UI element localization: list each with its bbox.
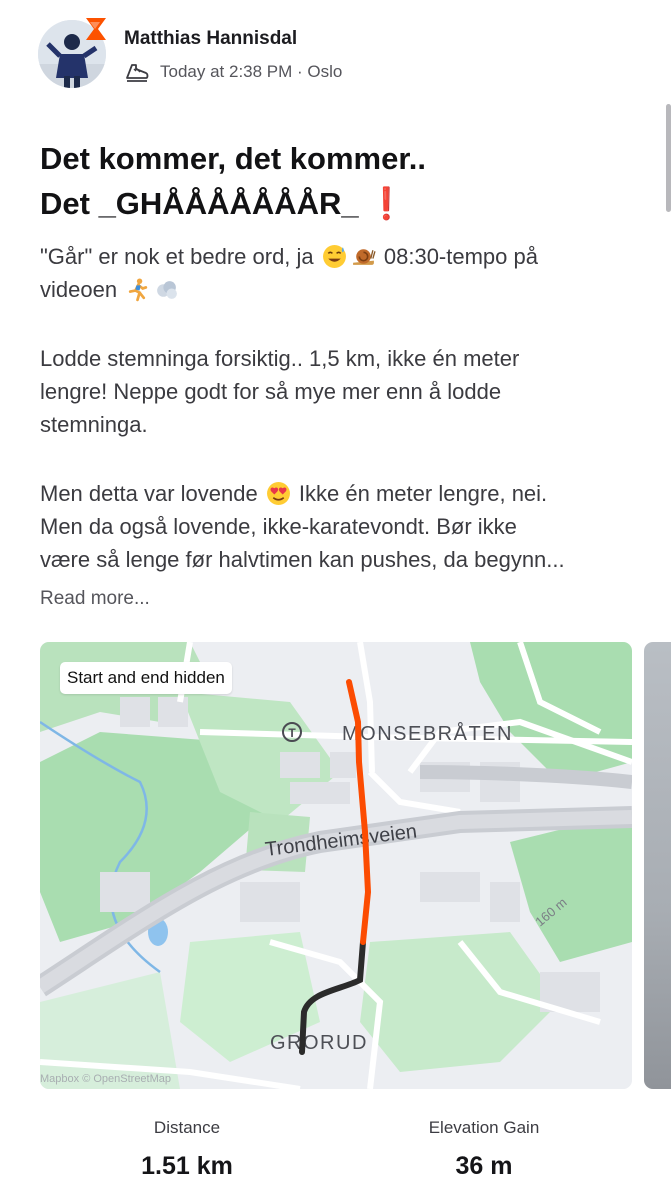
description-line: stemninga. bbox=[40, 412, 148, 437]
next-media-thumbnail[interactable] bbox=[644, 642, 671, 1089]
title-line-2-text: Det _GHÅÅÅÅÅÅÅR_ bbox=[40, 186, 368, 221]
metro-label: T bbox=[288, 726, 296, 740]
stat-label: Elevation Gain bbox=[428, 1118, 540, 1137]
author-name[interactable]: Matthias Hannisdal bbox=[124, 28, 297, 50]
title-line-2: Det _GHÅÅÅÅÅÅÅR_ ❗ bbox=[40, 181, 640, 226]
stat-value: 36 m bbox=[455, 1152, 513, 1180]
running-shoe-icon bbox=[124, 60, 150, 84]
description-line: Men da også lovende, ikke-karatevondt. B… bbox=[40, 514, 517, 539]
stat-label: Distance bbox=[153, 1118, 221, 1137]
snail-emoji-icon bbox=[352, 249, 376, 265]
description-line: Lodde stemninga forsiktig.. 1,5 km, ikke… bbox=[40, 346, 520, 371]
description-text: Men detta var lovende bbox=[40, 481, 264, 506]
stat-distance: Distance 1.51 km bbox=[117, 1118, 257, 1181]
map-label-grorud: GRORUD bbox=[270, 1032, 368, 1054]
sweat-smile-emoji-icon bbox=[322, 245, 346, 268]
title-line-1: Det kommer, det kommer.. bbox=[40, 141, 426, 176]
description-paragraph-3: Men detta var lovende Ikke én meter leng… bbox=[40, 477, 640, 576]
description-text: Ikke én meter lengre, nei. bbox=[292, 481, 548, 506]
map-canvas: T MONSEBRÅTEN Trondheimsveien GRORUD 160… bbox=[40, 642, 632, 1089]
description-paragraph-1: "Går" er nok et bedre ord, ja 08:30-temp… bbox=[40, 240, 640, 306]
activity-header: Matthias Hannisdal Today at 2:38 PM · Os… bbox=[0, 0, 671, 110]
description-text: videoen bbox=[40, 277, 124, 302]
description-line: videoen bbox=[40, 273, 640, 306]
exclamation-emoji: ❗ bbox=[367, 186, 406, 221]
route-map[interactable]: T MONSEBRÅTEN Trondheimsveien GRORUD 160… bbox=[40, 642, 632, 1089]
description-line: Men detta var lovende Ikke én meter leng… bbox=[40, 477, 640, 510]
stat-value: 1.51 km bbox=[141, 1152, 233, 1180]
scrollbar[interactable] bbox=[666, 104, 671, 212]
read-more-link[interactable]: Read more... bbox=[40, 588, 150, 610]
activity-title[interactable]: Det kommer, det kommer.. Det _GHÅÅÅÅÅÅÅR… bbox=[40, 136, 640, 226]
description-line: "Går" er nok et bedre ord, ja 08:30-temp… bbox=[40, 240, 640, 273]
runner-emoji-icon bbox=[129, 278, 148, 302]
dash-emoji-icon bbox=[157, 281, 178, 299]
activity-stats: Distance 1.51 km Elevation Gain 36 m bbox=[0, 1118, 671, 1200]
map-attribution: Mapbox © OpenStreetMap bbox=[40, 1073, 172, 1085]
activity-timestamp-location: Today at 2:38 PM · Oslo bbox=[160, 62, 343, 81]
description-line: lengre! Neppe godt for så mye mer enn å … bbox=[40, 379, 502, 404]
description-text: "Går" er nok et bedre ord, ja bbox=[40, 244, 320, 269]
description-line: være så lenge før halvtimen kan pushes, … bbox=[40, 547, 565, 572]
activity-meta: Today at 2:38 PM · Oslo bbox=[124, 60, 342, 84]
start-end-hidden-badge: Start and end hidden bbox=[60, 662, 232, 694]
stat-elevation-gain: Elevation Gain 36 m bbox=[404, 1118, 564, 1181]
heart-eyes-emoji-icon bbox=[266, 482, 290, 505]
description-paragraph-2: Lodde stemninga forsiktig.. 1,5 km, ikke… bbox=[40, 342, 640, 441]
description-text: 08:30-tempo på bbox=[377, 244, 538, 269]
map-label-monsebraten: MONSEBRÅTEN bbox=[342, 722, 513, 745]
subscriber-badge-icon bbox=[84, 16, 108, 42]
